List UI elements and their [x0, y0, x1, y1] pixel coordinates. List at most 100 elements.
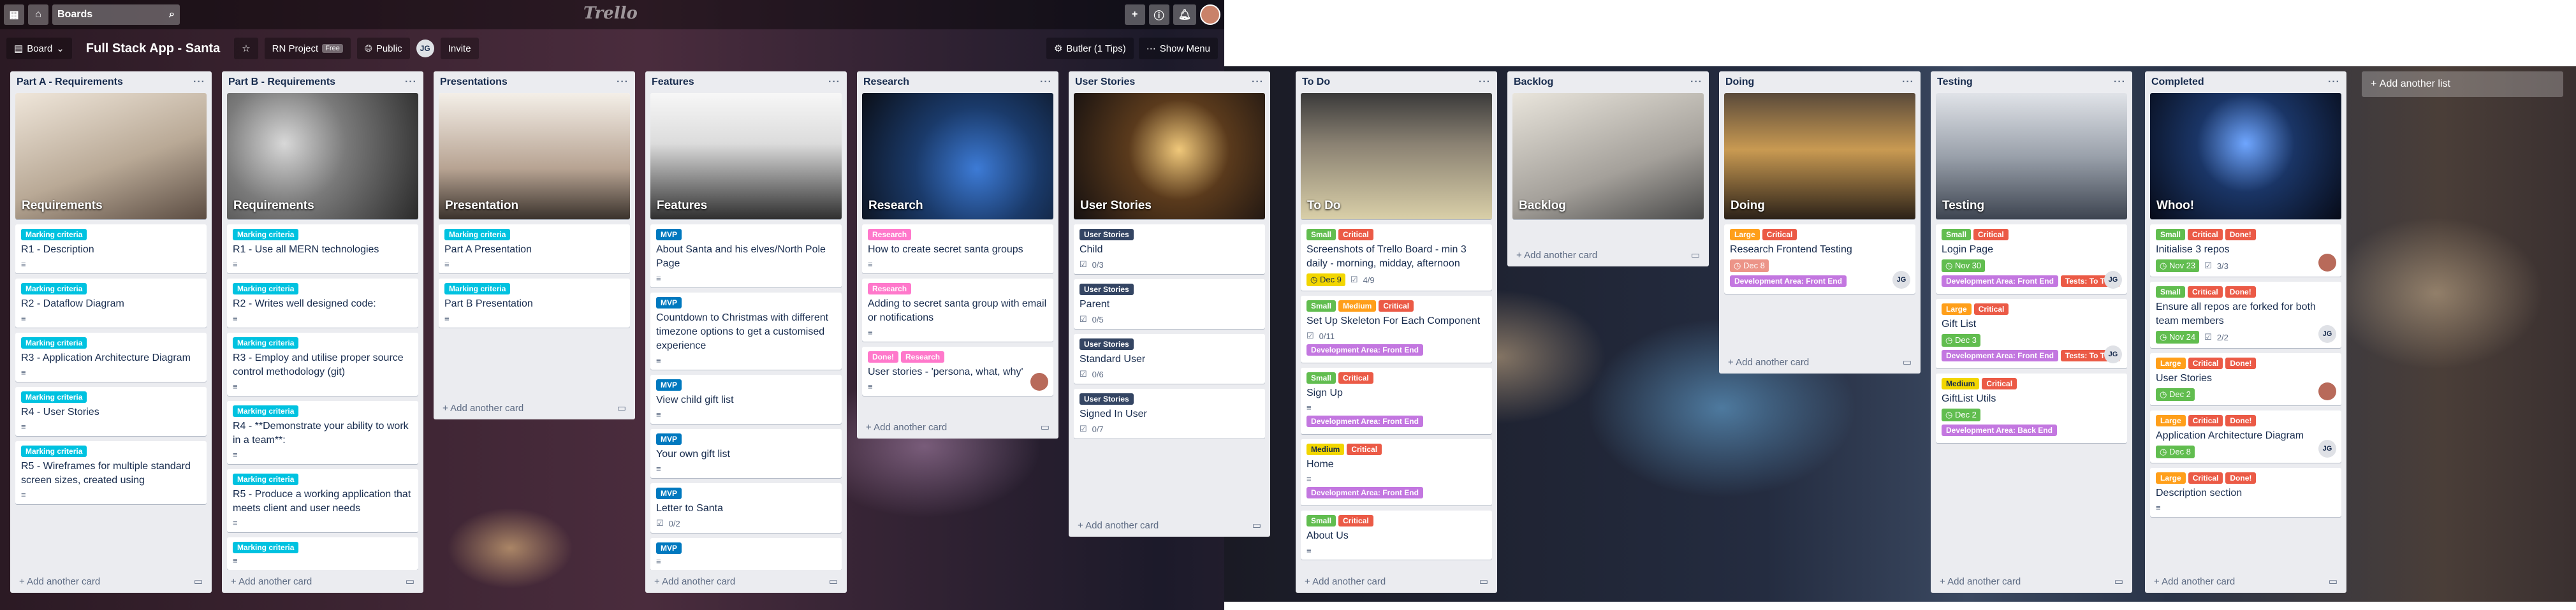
card-template-icon[interactable]: ▭ [829, 576, 838, 587]
card-label[interactable]: Large [2156, 472, 2186, 484]
add-card-button[interactable]: + Add another card ▭ [1507, 243, 1709, 266]
add-card-button[interactable]: + Add another card ▭ [2145, 570, 2346, 593]
add-card-button[interactable]: + Add another card ▭ [434, 396, 635, 419]
board-switcher-button[interactable]: ▤ Board ⌄ [6, 38, 72, 59]
card-template-icon[interactable]: ▭ [1691, 249, 1700, 261]
card[interactable]: Large Critical Gift List ◷ Dec 3 Development… [1936, 299, 2127, 368]
card-label[interactable]: Critical [1982, 378, 2017, 389]
card-label[interactable]: Critical [2188, 472, 2223, 484]
card[interactable]: Marking criteria ≡ [227, 537, 418, 570]
card-label[interactable]: Small [1306, 372, 1336, 384]
card-label[interactable]: Done! [2225, 358, 2257, 369]
card-label[interactable]: Marking criteria [233, 405, 299, 417]
card[interactable]: Large Critical Done! User Stories ◷ Dec 2 [2150, 353, 2341, 405]
card-template-icon[interactable]: ▭ [1903, 356, 1912, 368]
card-label[interactable]: User Stories [1079, 393, 1134, 405]
cover-card[interactable]: Backlog [1512, 93, 1704, 219]
card-label[interactable]: Critical [1973, 229, 2009, 240]
card[interactable]: Small Critical Sign Up ≡ Development Area: F… [1301, 368, 1492, 434]
boards-search-button[interactable]: Boards ⌕ [52, 4, 180, 25]
list-header[interactable]: To Do ··· [1296, 71, 1497, 93]
card[interactable]: Marking criteria Part A Presentation ≡ [439, 224, 630, 273]
card[interactable]: User Stories Standard User ☑ 0/6 [1074, 334, 1265, 384]
card-label[interactable]: Critical [2188, 229, 2223, 240]
list-title[interactable]: Backlog [1514, 76, 1553, 88]
card[interactable]: Marking criteria R4 - User Stories ≡ [15, 387, 207, 436]
cover-card[interactable]: Requirements [227, 93, 418, 219]
card-label[interactable]: Marking criteria [21, 391, 87, 403]
card-label[interactable]: User Stories [1079, 284, 1134, 295]
list-header[interactable]: Research ··· [857, 71, 1058, 93]
card[interactable]: Marking criteria R5 - Produce a working a… [227, 469, 418, 532]
card-label[interactable]: Critical [1338, 515, 1373, 526]
user-avatar[interactable] [1200, 4, 1220, 25]
card[interactable]: Medium Critical GiftList Utils ◷ Dec 2 Devel… [1936, 374, 2127, 443]
list-menu-icon[interactable]: ··· [1252, 76, 1264, 88]
card[interactable]: Medium Critical Home ≡ Development Area: Fro… [1301, 439, 1492, 505]
list-menu-icon[interactable]: ··· [193, 76, 205, 88]
member-avatar[interactable]: JG [416, 40, 434, 57]
card[interactable]: Marking criteria R2 - Dataflow Diagram ≡ [15, 279, 207, 328]
card-label[interactable]: Marking criteria [21, 446, 87, 457]
card[interactable]: Marking criteria Part B Presentation ≡ [439, 279, 630, 328]
card-label[interactable]: Medium [1942, 378, 1980, 389]
cover-card[interactable]: Doing [1724, 93, 1915, 219]
card-label[interactable]: Critical [1347, 444, 1382, 455]
card[interactable]: Small Critical Done! Ensure all repos are f… [2150, 282, 2341, 348]
card-label[interactable]: Critical [1973, 303, 2009, 315]
cover-card[interactable]: Research [862, 93, 1053, 219]
card[interactable]: Small Critical Screenshots of Trello Board… [1301, 224, 1492, 291]
card-template-icon[interactable]: ▭ [617, 402, 626, 414]
bell-icon[interactable]: 🔔︎ [1173, 4, 1196, 25]
visibility-button[interactable]: 🌐︎ Public [356, 38, 410, 59]
card-member-avatar[interactable] [1030, 373, 1048, 391]
add-card-button[interactable]: + Add another card ▭ [1069, 514, 1270, 537]
due-date-badge[interactable]: ◷ Dec 2 [2156, 388, 2195, 401]
card-template-icon[interactable]: ▭ [2329, 576, 2338, 587]
card-label[interactable]: Large [2156, 415, 2186, 426]
card-label[interactable]: Marking criteria [233, 542, 299, 553]
cover-card[interactable]: User Stories [1074, 93, 1265, 219]
list-menu-icon[interactable]: ··· [1479, 76, 1491, 88]
card-label[interactable]: Large [2156, 358, 2186, 369]
add-card-button[interactable]: + Add another card ▭ [1719, 351, 1921, 374]
card[interactable]: MVP Countdown to Christmas with different… [650, 293, 842, 370]
list-menu-icon[interactable]: ··· [405, 76, 417, 88]
card[interactable]: MVP Letter to Santa ☑ 0/2 [650, 483, 842, 533]
card-label[interactable]: Large [1730, 229, 1760, 240]
card-label[interactable]: Large [1942, 303, 1972, 315]
card[interactable]: Done! Research User stories - 'persona, wh… [862, 347, 1053, 396]
list-menu-icon[interactable]: ··· [617, 76, 629, 88]
list-header[interactable]: Testing ··· [1931, 71, 2132, 93]
due-date-badge[interactable]: ◷ Nov 30 [1942, 259, 1986, 272]
card-template-icon[interactable]: ▭ [406, 576, 414, 587]
card[interactable]: MVP View child gift list ≡ [650, 375, 842, 424]
card-template-icon[interactable]: ▭ [1479, 576, 1488, 587]
card-label[interactable]: Done! [2225, 472, 2257, 484]
card-label[interactable]: Marking criteria [444, 229, 511, 240]
card-label[interactable]: MVP [656, 433, 682, 445]
list-header[interactable]: Part A - Requirements ··· [10, 71, 212, 93]
card-label[interactable]: Critical [1379, 300, 1414, 312]
card-label[interactable]: Small [2156, 229, 2186, 240]
add-card-button[interactable]: + Add another card ▭ [857, 416, 1058, 439]
card[interactable]: Marking criteria R1 - Use all MERN techno… [227, 224, 418, 273]
card[interactable]: Small Medium Critical Set Up Skeleton For E… [1301, 296, 1492, 363]
card-label[interactable]: Critical [1338, 372, 1373, 384]
card-label[interactable]: Marking criteria [233, 229, 299, 240]
list-title[interactable]: Research [863, 76, 909, 88]
list-title[interactable]: To Do [1302, 76, 1330, 88]
card[interactable]: Marking criteria R4 - **Demonstrate your … [227, 401, 418, 464]
card-label[interactable]: Small [2156, 286, 2186, 298]
list-title[interactable]: Part A - Requirements [17, 76, 123, 88]
card-label[interactable]: MVP [656, 379, 682, 391]
card-label[interactable]: Small [1306, 300, 1336, 312]
card[interactable]: Large Critical Done! Application Architectu… [2150, 410, 2341, 463]
card-label[interactable]: Small [1306, 229, 1336, 240]
card[interactable]: Small Critical Login Page ◷ Nov 30 Developme… [1936, 224, 2127, 294]
list-header[interactable]: Features ··· [645, 71, 847, 93]
card-label[interactable]: MVP [656, 297, 682, 309]
list-title[interactable]: Part B - Requirements [228, 76, 335, 88]
card[interactable]: Small Critical Done! Initialise 3 repos ◷ No… [2150, 224, 2341, 277]
list-header[interactable]: Backlog ··· [1507, 71, 1709, 93]
